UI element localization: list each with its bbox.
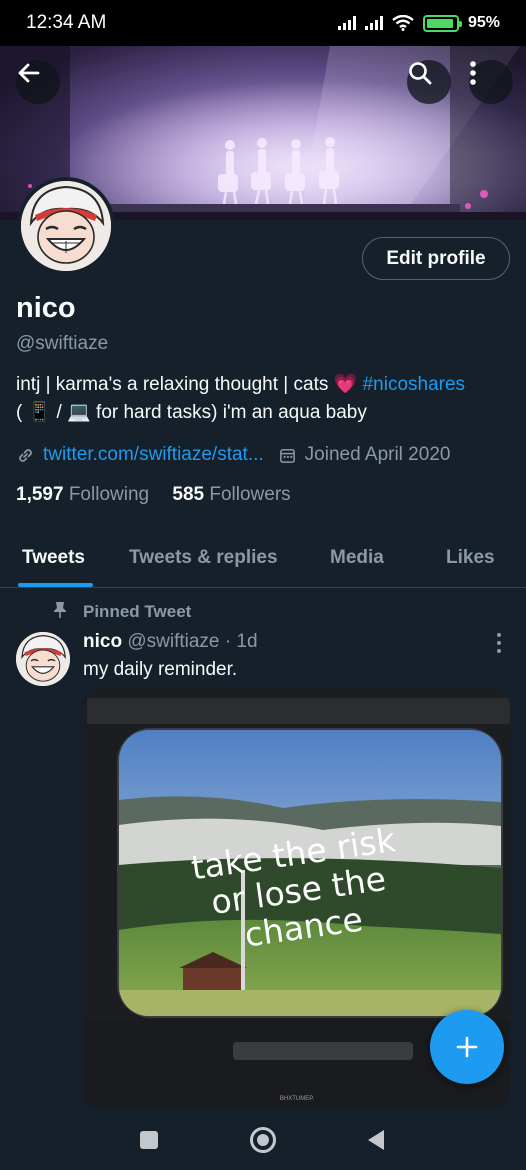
- back-triangle-icon: [368, 1130, 384, 1150]
- pinned-label: Pinned Tweet: [83, 602, 192, 621]
- profile-avatar[interactable]: [17, 177, 115, 275]
- recents-button[interactable]: [129, 1120, 169, 1160]
- tweet-author-avatar[interactable]: [16, 632, 70, 686]
- pin-icon: [50, 601, 70, 624]
- system-navigation-bar: [0, 1108, 526, 1170]
- back-button[interactable]: [16, 60, 60, 104]
- tweet-more-button[interactable]: [492, 633, 506, 653]
- tweet-author-name[interactable]: nico: [83, 631, 122, 652]
- tab-tweets[interactable]: Tweets: [22, 528, 85, 588]
- link-icon: [19, 448, 32, 462]
- tab-media[interactable]: Media: [330, 528, 384, 588]
- more-options-button[interactable]: [469, 60, 513, 104]
- tweet-text: my daily reminder.: [83, 659, 238, 680]
- profile-website-link[interactable]: twitter.com/swiftiaze/stat...: [43, 444, 264, 466]
- followers-label: Followers: [209, 484, 291, 505]
- home-circle-icon: [250, 1127, 276, 1153]
- pinned-indicator: Pinned Tweet: [50, 600, 191, 624]
- home-button[interactable]: [243, 1120, 283, 1160]
- tweet-separator: ·: [224, 631, 232, 652]
- tab-likes[interactable]: Likes: [446, 528, 495, 588]
- edit-profile-button[interactable]: Edit profile: [362, 237, 510, 280]
- following-label: Following: [68, 484, 150, 505]
- following-link[interactable]: 1,597 Following: [16, 484, 149, 505]
- battery-percent: 95%: [467, 14, 500, 31]
- following-count: 1,597: [16, 484, 64, 505]
- calendar-icon: [279, 448, 295, 463]
- signal-icon-2: [364, 16, 383, 30]
- status-time: 12:34 AM: [26, 12, 107, 33]
- system-back-button[interactable]: [356, 1120, 396, 1160]
- anime-avatar-image: [16, 632, 70, 686]
- hashtag-link[interactable]: #nicoshares: [363, 374, 465, 395]
- heart-emoji: 💗: [333, 374, 358, 395]
- tweet-time: 1d: [236, 631, 258, 652]
- arrow-left-icon: [18, 63, 40, 83]
- profile-name: nico: [16, 292, 76, 324]
- recents-square-icon: [140, 1131, 158, 1149]
- status-bar: 12:34 AM 95%: [0, 0, 526, 46]
- search-button[interactable]: [407, 60, 451, 104]
- search-icon: [409, 62, 432, 85]
- joined-date: Joined April 2020: [304, 444, 451, 465]
- profile-tabs: Tweets Tweets & replies Media Likes: [0, 528, 526, 588]
- active-tab-indicator: [18, 583, 93, 587]
- signal-icon: [337, 16, 356, 30]
- profile-bio: intj | karma's a relaxing thought | cats…: [16, 371, 516, 427]
- battery-icon: [422, 14, 462, 32]
- tweet-header: nico @swiftiaze · 1d: [83, 631, 258, 653]
- followers-link[interactable]: 585 Followers: [172, 484, 290, 505]
- follow-counts: 1,597 Following 585 Followers: [16, 484, 291, 506]
- profile-meta: twitter.com/swiftiaze/stat... Joined Apr…: [16, 442, 450, 468]
- profile-handle: @swiftiaze: [16, 333, 109, 354]
- bio-line-2: ( 📱 / 💻 for hard tasks) i'm an aqua baby: [16, 402, 367, 423]
- more-vertical-icon: [470, 61, 476, 85]
- followers-count: 585: [172, 484, 205, 505]
- tab-tweets-replies[interactable]: Tweets & replies: [129, 528, 278, 588]
- image-watermark: BHXTUMEP.: [280, 1096, 315, 1102]
- tweet-author-handle: @swiftiaze: [127, 631, 220, 652]
- compose-tweet-button[interactable]: [430, 1010, 504, 1084]
- plus-icon: [456, 1036, 478, 1058]
- wifi-icon: [392, 15, 414, 31]
- anime-avatar-image: [21, 181, 111, 271]
- bio-text: intj | karma's a relaxing thought | cats: [16, 374, 329, 395]
